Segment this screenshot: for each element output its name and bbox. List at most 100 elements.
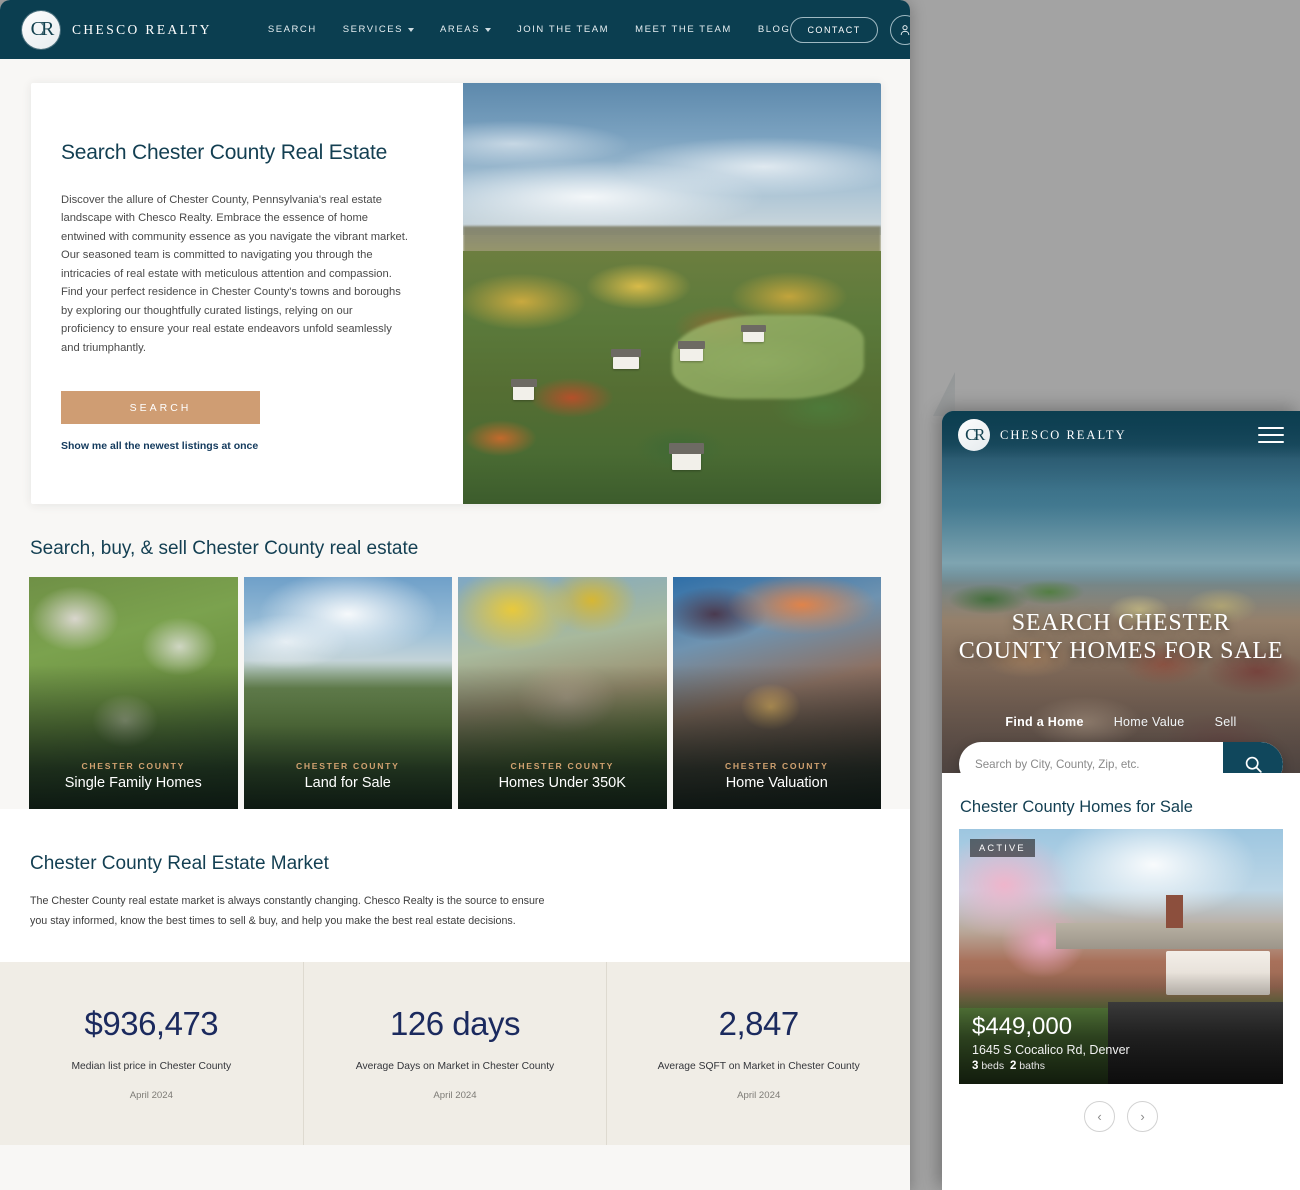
stat-date: April 2024 — [433, 1090, 477, 1102]
stat-date: April 2024 — [737, 1090, 781, 1102]
nav-label: BLOG — [757, 24, 791, 35]
page-title: Search Chester County Real Estate — [61, 141, 388, 164]
category-name: Single Family Homes — [64, 775, 202, 791]
contact-button[interactable]: CONTACT — [790, 16, 878, 43]
tab-sell[interactable]: Sell — [1215, 715, 1237, 729]
chevron-down-icon — [485, 27, 491, 32]
hero-content: Search Chester County Real Estate Discov… — [31, 83, 463, 504]
category-caption: CHESTER COUNTY Home Valuation — [673, 761, 882, 791]
stat-label: Median list price in Chester County — [71, 1061, 232, 1073]
market-section-title: Chester County Real Estate Market — [30, 853, 329, 874]
mobile-hero-tabs: Find a Home Home Value Sell — [942, 715, 1300, 729]
market-section: Chester County Real Estate Market The Ch… — [0, 809, 910, 962]
search-input[interactable] — [959, 742, 1223, 773]
category-card-homes-under-350k[interactable]: CHESTER COUNTY Homes Under 350K — [458, 577, 667, 809]
nav-item-blog[interactable]: BLOG — [758, 24, 791, 35]
nav-label: JOIN THE TEAM — [517, 24, 610, 35]
hero-house-roof — [677, 340, 706, 350]
carousel-next-icon[interactable]: › — [1127, 1101, 1158, 1132]
category-name: Homes Under 350K — [498, 775, 626, 791]
mobile-listings-section: Chester County Homes for Sale ACTIVE $44… — [942, 773, 1300, 1132]
category-eyebrow: CHESTER COUNTY — [724, 761, 829, 771]
nav-item-areas[interactable]: AREAS — [440, 24, 491, 35]
mobile-preview-panel: CR CHESCO REALTY SEARCH CHESTER COUNTY H… — [942, 411, 1300, 1190]
logo-monogram-icon: CR — [22, 10, 60, 49]
hamburger-bar — [1258, 441, 1284, 443]
category-card-single-family-homes[interactable]: CHESTER COUNTY Single Family Homes — [29, 577, 238, 809]
hero-house — [613, 356, 639, 370]
hero-house-roof — [669, 443, 704, 455]
listing-specs: 3 beds 2 baths — [972, 1060, 1130, 1072]
hero-house — [743, 331, 764, 343]
nav-label: SEARCH — [267, 24, 317, 35]
primary-navigation: SEARCH SERVICES AREAS JOIN THE TEAM MEET… — [268, 24, 791, 35]
site-header: CR CHESCO REALTY SEARCH SERVICES AREAS J… — [0, 0, 910, 59]
hero-image-aerial-landscape — [463, 83, 881, 504]
nav-item-join-the-team[interactable]: JOIN THE TEAM — [517, 24, 609, 35]
stat-value: $936,473 — [84, 1005, 219, 1043]
hero-description: Discover the allure of Chester County, P… — [61, 194, 408, 354]
market-description: The Chester County real estate market is… — [30, 895, 545, 927]
hero-card: Search Chester County Real Estate Discov… — [31, 83, 881, 504]
listing-beds-count: 3 — [972, 1060, 979, 1072]
listing-beds-label: beds — [981, 1060, 1005, 1072]
nav-label: SERVICES — [342, 24, 404, 35]
search-icon — [1245, 756, 1262, 773]
stat-average-sqft: 2,847 Average SQFT on Market in Chester … — [607, 962, 910, 1145]
category-caption: CHESTER COUNTY Homes Under 350K — [458, 761, 667, 791]
listing-details: $449,000 1645 S Cocalico Rd, Denver 3 be… — [972, 1012, 1130, 1072]
stat-value: 126 days — [390, 1005, 520, 1043]
category-card-home-valuation[interactable]: CHESTER COUNTY Home Valuation — [672, 577, 882, 809]
brand-name: CHESCO REALTY — [72, 21, 212, 37]
mobile-hero: CR CHESCO REALTY SEARCH CHESTER COUNTY H… — [942, 411, 1300, 773]
mobile-header: CR CHESCO REALTY — [942, 411, 1300, 459]
mobile-brand-name: CHESCO REALTY — [1000, 427, 1127, 442]
category-section: Search, buy, & sell Chester County real … — [0, 504, 910, 809]
screenshot-stage: CR CHESCO REALTY SEARCH SERVICES AREAS J… — [0, 0, 1300, 1190]
hero-sky — [463, 83, 881, 235]
listing-price: $449,000 — [972, 1012, 1073, 1040]
stat-value: 2,847 — [718, 1005, 800, 1043]
tab-home-value[interactable]: Home Value — [1114, 715, 1185, 729]
nav-label: AREAS — [440, 24, 480, 35]
nav-item-services[interactable]: SERVICES — [342, 24, 415, 35]
hamburger-menu-icon[interactable] — [1258, 427, 1284, 443]
category-card-land-for-sale[interactable]: CHESTER COUNTY Land for Sale — [243, 577, 453, 809]
mobile-hero-title: SEARCH CHESTER COUNTY HOMES FOR SALE — [958, 610, 1284, 665]
stat-label: Average SQFT on Market in Chester County — [657, 1061, 860, 1073]
stat-average-days-on-market: 126 days Average Days on Market in Chest… — [304, 961, 608, 1145]
brand-logo[interactable]: CR CHESCO REALTY — [22, 10, 212, 49]
newest-listings-link[interactable]: Show me all the newest listings at once — [61, 440, 258, 452]
category-caption: CHESTER COUNTY Land for Sale — [244, 761, 453, 791]
hero-house-roof — [510, 378, 537, 387]
hero-house-roof — [610, 349, 642, 358]
account-button[interactable] — [889, 14, 910, 45]
listing-baths-label: baths — [1019, 1060, 1045, 1072]
hero-house — [680, 348, 704, 361]
hero-house — [513, 386, 535, 400]
desktop-browser-window: CR CHESCO REALTY SEARCH SERVICES AREAS J… — [0, 0, 910, 1190]
listing-carousel-nav: ‹ › — [959, 1101, 1283, 1132]
hamburger-bar — [1258, 434, 1284, 436]
category-name: Home Valuation — [725, 775, 828, 791]
hamburger-bar — [1258, 427, 1284, 429]
hero-house-roof — [740, 324, 766, 333]
listing-card[interactable]: ACTIVE $449,000 1645 S Cocalico Rd, Denv… — [959, 829, 1283, 1084]
hero-section: Search Chester County Real Estate Discov… — [0, 59, 910, 504]
mobile-search-bar — [959, 742, 1283, 773]
search-button[interactable]: SEARCH — [61, 391, 260, 425]
search-submit-button[interactable] — [1223, 742, 1283, 773]
hero-house — [672, 453, 702, 471]
mobile-panel-shadow-tail — [933, 372, 955, 416]
stat-label: Average Days on Market in Chester County — [355, 1061, 555, 1073]
category-eyebrow: CHESTER COUNTY — [510, 761, 615, 771]
nav-item-search[interactable]: SEARCH — [268, 24, 317, 35]
carousel-prev-icon[interactable]: ‹ — [1084, 1101, 1115, 1132]
listing-baths-count: 2 — [1009, 1060, 1017, 1072]
market-stats-band: $936,473 Median list price in Chester Co… — [0, 961, 910, 1145]
listing-house-chimney — [1166, 895, 1183, 929]
category-name: Land for Sale — [304, 775, 391, 791]
tab-find-a-home[interactable]: Find a Home — [1005, 715, 1083, 729]
nav-item-meet-the-team[interactable]: MEET THE TEAM — [635, 24, 732, 35]
status-badge: ACTIVE — [970, 839, 1035, 857]
